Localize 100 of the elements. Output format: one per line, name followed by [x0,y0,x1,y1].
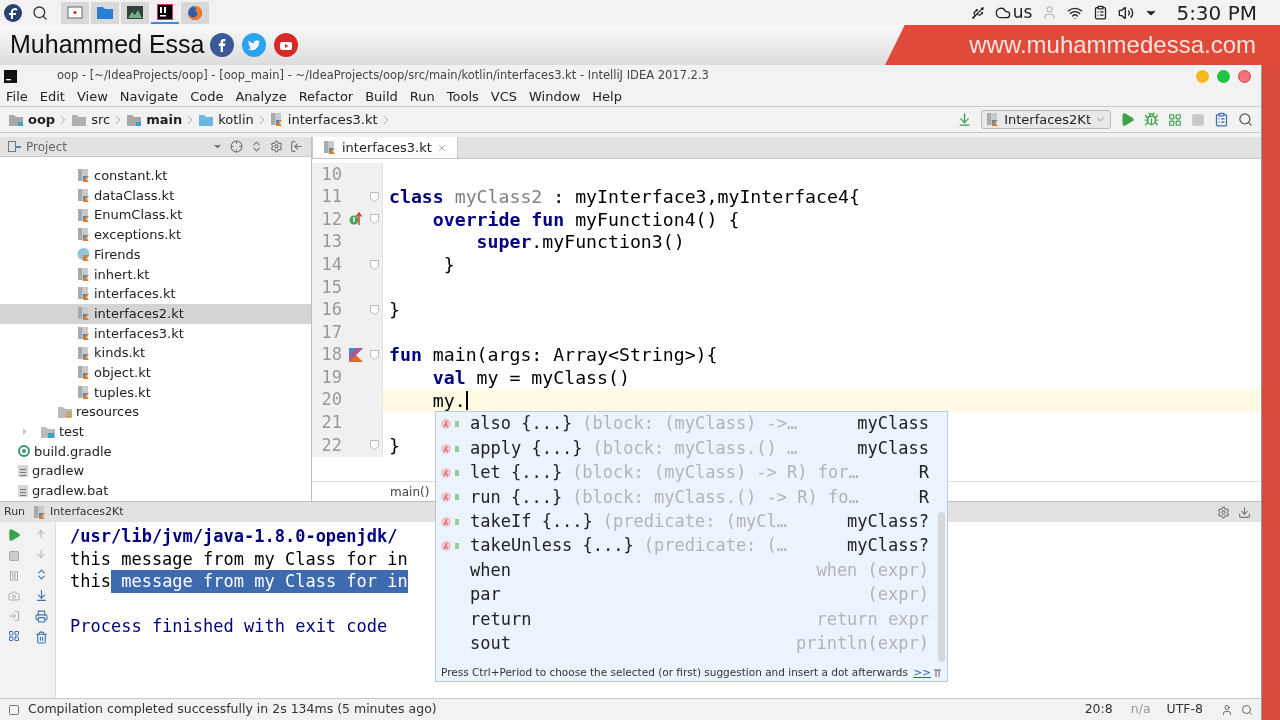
close-tab-icon[interactable] [436,142,447,153]
tree-item[interactable]: constant.kt [0,166,311,186]
clipboard-icon[interactable] [1093,5,1109,20]
menu-item[interactable]: Build [365,86,398,107]
tree-item[interactable]: object.kt [0,362,311,383]
menu-item[interactable]: File [6,86,28,107]
clear-icon[interactable] [34,631,48,644]
fold-marker-icon[interactable] [370,214,379,225]
menu-item[interactable]: Tools [446,86,479,107]
menu-item[interactable]: Help [592,86,622,107]
completion-item[interactable]: sout println(expr) [436,631,947,656]
maximize-button[interactable] [1217,69,1230,83]
override-marker-icon[interactable] [348,211,364,228]
scroll-to-end-icon[interactable] [34,589,48,602]
menu-item[interactable]: Analyze [235,86,287,107]
tree-item[interactable]: Firends [0,244,311,265]
usb-icon[interactable] [970,5,985,20]
tree-item[interactable]: resources [0,402,311,422]
camera-icon[interactable] [7,590,20,602]
locate-icon[interactable] [230,140,243,153]
menu-item[interactable]: Run [409,86,435,107]
breadcrumb-item[interactable]: kotlin [198,109,254,130]
keyboard-layout[interactable]: us [1012,0,1033,26]
settings-icon[interactable] [270,140,283,153]
tree-item[interactable]: interfaces.kt [0,284,311,304]
tree-item[interactable]: test [0,421,311,442]
code-breadcrumb[interactable]: main() [390,482,430,501]
layout-icon[interactable] [7,630,20,642]
settings-icon[interactable] [1217,505,1230,519]
hide-panel-icon[interactable] [290,140,303,153]
run-tab[interactable]: Interfaces2Kt [33,503,124,521]
completion-item[interactable]: also {...} (block: (myClass) ->… myClass [436,412,947,437]
completion-item[interactable]: let {...} (block: (myClass) -> R) for… R [436,460,947,486]
tree-item[interactable]: EnumClass.kt [0,205,311,226]
more-link[interactable]: >> [913,664,931,681]
close-button[interactable] [1238,69,1251,83]
tree-item[interactable]: tuples.kt [0,382,311,403]
tree-item[interactable]: interfaces3.kt [0,323,311,344]
fold-marker-icon[interactable] [370,191,379,202]
breadcrumb-item[interactable]: oop [8,109,56,130]
distro-logo-icon[interactable] [3,2,23,23]
completion-item[interactable]: takeUnless {...} (predicate: (… myClass? [436,533,947,559]
volume-icon[interactable] [1118,4,1135,21]
completion-item[interactable]: par (expr) [436,582,947,608]
exit-icon[interactable] [7,610,20,622]
search-icon[interactable] [32,4,48,21]
video-play-icon[interactable] [273,33,298,57]
tree-item[interactable]: dataClass.kt [0,185,311,206]
menu-item[interactable]: Window [529,86,581,107]
tree-item[interactable]: kinds.kt [0,343,311,363]
collapse-icon[interactable] [250,140,263,153]
menu-item[interactable]: Edit [39,86,65,107]
fold-marker-icon[interactable] [370,304,379,315]
fold-marker-icon[interactable] [370,259,379,270]
tree-item[interactable]: gradlew [0,461,311,481]
project-structure-icon[interactable] [1214,112,1229,127]
social-icon[interactable] [209,33,234,57]
clock[interactable]: 5:30 PM [1176,0,1257,28]
tree-item[interactable]: inhert.kt [0,264,311,285]
editor-tab[interactable]: interfaces3.kt [312,137,458,158]
coverage-icon[interactable] [1168,112,1182,127]
completion-item[interactable]: run {...} (block: myClass.() -> R) fo… R [436,485,947,510]
tree-item[interactable]: build.gradle [0,441,311,462]
completion-item[interactable]: takeIf {...} (predicate: (myCl… myClass? [436,509,947,534]
taskbar-item[interactable] [121,1,149,24]
fold-marker-icon[interactable] [370,350,379,361]
debug-icon[interactable] [1144,112,1159,127]
scrollbar[interactable] [938,512,945,662]
user-icon[interactable] [1221,703,1233,716]
panel-toggle-icon[interactable] [8,703,20,716]
breadcrumb-item[interactable]: src [71,109,111,130]
taskbar-item[interactable] [151,1,179,24]
print-icon[interactable] [34,610,48,623]
breadcrumb-item[interactable]: main [126,109,183,130]
stop-icon[interactable] [7,550,20,562]
run-icon[interactable] [1120,112,1135,127]
menu-item[interactable]: VCS [490,86,518,107]
menu-item[interactable]: View [76,86,108,107]
tool-window-title[interactable]: Project [26,137,68,156]
menu-item[interactable]: Navigate [119,86,179,107]
file-encoding[interactable]: UTF-8 [1166,700,1203,719]
rerun-icon[interactable] [6,528,21,542]
search-icon[interactable] [1238,112,1253,127]
run-marker-icon[interactable] [348,347,364,364]
pause-icon[interactable] [7,570,20,582]
tree-item[interactable]: gradlew.bat [0,481,311,501]
fold-marker-icon[interactable] [370,440,379,451]
completion-item[interactable]: when when (expr) [436,558,947,583]
tree-item[interactable]: interfaces2.kt [0,303,311,324]
completion-item[interactable]: return return expr [436,607,947,632]
caret-position[interactable]: 20:8 [1084,700,1113,719]
tree-item[interactable]: exceptions.kt [0,225,311,245]
completion-item[interactable]: apply {...} (block: myClass.() … myClass [436,436,947,461]
menu-item[interactable]: Code [190,86,224,107]
bird-icon[interactable] [241,33,266,57]
hide-panel-icon[interactable] [1238,505,1251,519]
breadcrumb-item[interactable]: interfaces3.kt [269,109,378,130]
pin-icon[interactable] [933,667,942,678]
run-configuration-dropdown[interactable]: Interfaces2Kt [981,110,1111,129]
menu-item[interactable]: Refactor [298,86,354,107]
